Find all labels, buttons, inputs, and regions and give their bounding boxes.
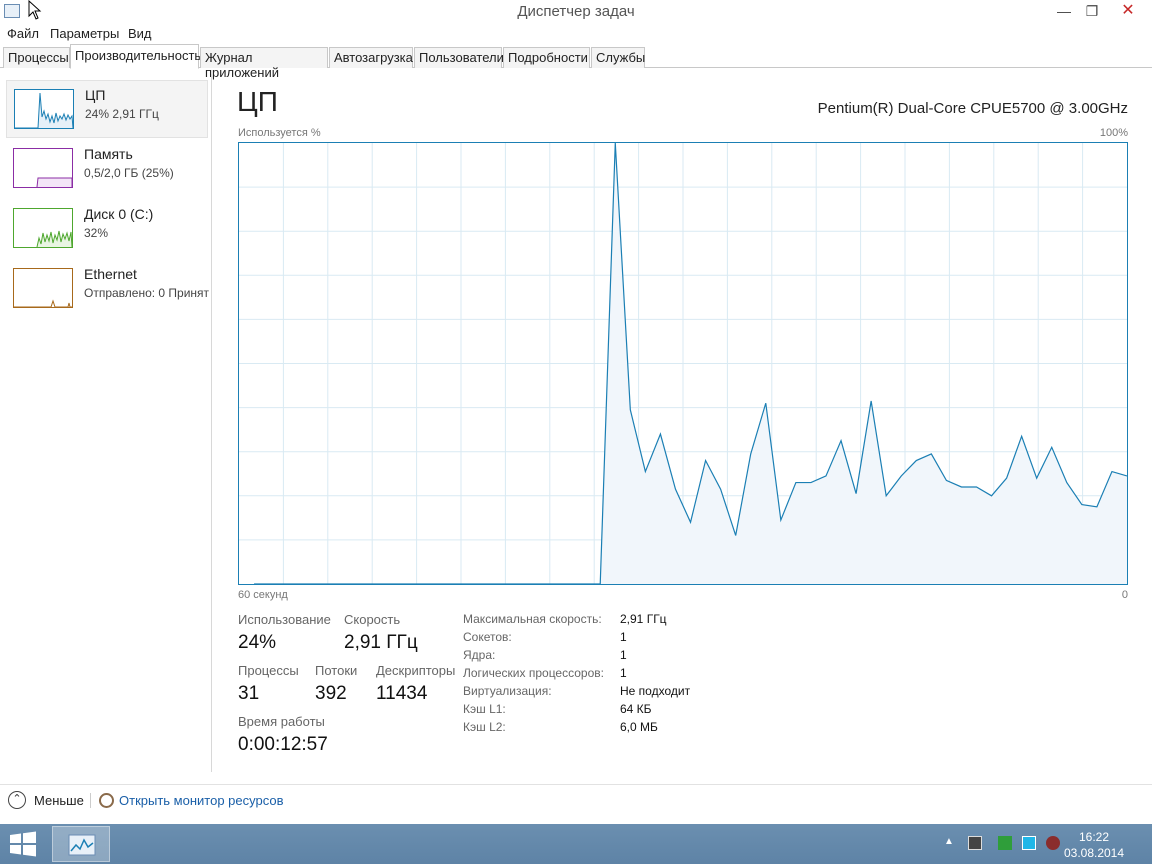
tab-bar: Процессы Производительность Журнал прило… — [0, 44, 1152, 80]
sidebar-disk-title: Диск 0 (C:) — [84, 206, 154, 222]
threads-value: 392 — [315, 683, 347, 704]
info-value-virtualization: Не подходит — [620, 684, 691, 698]
info-label-max-speed: Максимальная скорость: — [463, 612, 602, 626]
ethernet-thumbnail-graph — [13, 268, 73, 308]
taskbar-task-manager-button[interactable] — [52, 826, 110, 862]
sidebar-item-ethernet[interactable]: Ethernet Отправлено: 0 Принят — [6, 260, 210, 318]
tray-keyboard-icon[interactable] — [968, 836, 982, 850]
graph-y-max-label: 100% — [1099, 127, 1128, 139]
cpu-thumbnail-graph — [14, 89, 74, 129]
menu-view[interactable]: Вид — [128, 26, 152, 41]
disk-thumbnail-graph — [13, 208, 73, 248]
sidebar-memory-title: Память — [84, 146, 133, 162]
tray-network-icon[interactable] — [998, 836, 1012, 850]
sidebar-ethernet-title: Ethernet — [84, 266, 137, 282]
memory-thumbnail-graph — [13, 148, 73, 188]
taskbar: ▲ 16:22 03.08.2014 — [0, 824, 1152, 864]
info-value-cores: 1 — [620, 648, 627, 662]
title-bar: Диспетчер задач — ❐ ✕ — [0, 0, 1152, 24]
page-title: ЦП — [237, 86, 278, 117]
tab-app-history[interactable]: Журнал приложений — [200, 47, 328, 80]
sidebar-item-disk[interactable]: Диск 0 (C:) 32% — [6, 200, 208, 258]
cpu-usage-chart — [239, 143, 1127, 584]
tab-startup[interactable]: Автозагрузка — [329, 47, 413, 68]
uptime-value: 0:00:12:57 — [238, 734, 328, 755]
menu-bar: Файл Параметры Вид — [0, 24, 1152, 44]
tray-display-icon[interactable] — [1022, 836, 1036, 850]
taskbar-clock-time[interactable]: 16:22 — [1054, 830, 1134, 844]
footer-divider — [90, 793, 91, 808]
sidebar-memory-subtitle: 0,5/2,0 ГБ (25%) — [84, 166, 174, 180]
tab-processes[interactable]: Процессы — [3, 47, 70, 68]
close-button[interactable]: ✕ — [1114, 0, 1142, 22]
usage-label: Использование — [238, 612, 331, 627]
sidebar-cpu-subtitle: 24% 2,91 ГГц — [85, 107, 159, 121]
menu-file[interactable]: Файл — [7, 26, 39, 41]
task-manager-taskbar-icon — [68, 834, 96, 856]
handles-label: Дескрипторы — [376, 663, 456, 678]
resource-sidebar: ЦП 24% 2,91 ГГц Память 0,5/2,0 ГБ (25%) … — [0, 74, 212, 772]
tab-services[interactable]: Службы — [591, 47, 645, 68]
info-value-l1-cache: 64 КБ — [620, 702, 652, 716]
sidebar-item-memory[interactable]: Память 0,5/2,0 ГБ (25%) — [6, 140, 208, 198]
sidebar-disk-subtitle: 32% — [84, 226, 109, 240]
tab-users[interactable]: Пользователи — [414, 47, 504, 68]
chevron-up-icon[interactable]: ⌃ — [8, 791, 26, 809]
fewer-details-button[interactable]: Меньше — [34, 793, 84, 808]
menu-options[interactable]: Параметры — [50, 26, 119, 41]
open-resource-monitor-link[interactable]: Открыть монитор ресурсов — [119, 793, 283, 808]
window-title: Диспетчер задач — [517, 3, 635, 20]
handles-value: 11434 — [376, 683, 428, 704]
info-label-l1-cache: Кэш L1: — [463, 702, 506, 716]
info-value-l2-cache: 6,0 МБ — [620, 720, 658, 734]
processes-label: Процессы — [238, 663, 299, 678]
info-value-sockets: 1 — [620, 630, 627, 644]
taskbar-clock-date[interactable]: 03.08.2014 — [1054, 846, 1134, 860]
tray-show-hidden-icon[interactable]: ▲ — [944, 836, 958, 850]
sidebar-cpu-title: ЦП — [85, 87, 106, 103]
cpu-usage-graph — [238, 142, 1128, 585]
resource-monitor-icon[interactable] — [99, 793, 114, 808]
usage-value: 24% — [238, 632, 277, 653]
graph-x-right-label: 0 — [1121, 589, 1128, 601]
info-label-sockets: Сокетов: — [463, 630, 512, 644]
info-label-logical-processors: Логических процессоров: — [463, 666, 604, 680]
windows-start-icon[interactable] — [8, 830, 38, 858]
graph-y-label: Используется % — [238, 127, 321, 139]
restore-button[interactable]: ❐ — [1078, 0, 1106, 22]
tab-performance[interactable]: Производительность — [70, 44, 201, 69]
speed-label: Скорость — [344, 612, 401, 627]
threads-label: Потоки — [315, 663, 358, 678]
info-label-cores: Ядра: — [463, 648, 496, 662]
info-value-max-speed: 2,91 ГГц — [620, 612, 667, 626]
sidebar-item-cpu[interactable]: ЦП 24% 2,91 ГГц — [6, 80, 208, 138]
info-value-logical-processors: 1 — [620, 666, 627, 680]
tab-details[interactable]: Подробности — [503, 47, 590, 68]
info-label-l2-cache: Кэш L2: — [463, 720, 506, 734]
uptime-label: Время работы — [238, 714, 325, 729]
info-label-virtualization: Виртуализация: — [463, 684, 552, 698]
processes-value: 31 — [238, 683, 260, 704]
cpu-model-name: Pentium(R) Dual-Core CPUE5700 @ 3.00GHz — [817, 100, 1128, 117]
minimize-button[interactable]: — — [1050, 0, 1078, 22]
speed-value: 2,91 ГГц — [344, 632, 418, 653]
footer-bar: ⌃ Меньше Открыть монитор ресурсов — [0, 784, 1152, 814]
graph-x-left-label: 60 секунд — [238, 589, 288, 601]
sidebar-ethernet-subtitle: Отправлено: 0 Принят — [84, 286, 210, 300]
